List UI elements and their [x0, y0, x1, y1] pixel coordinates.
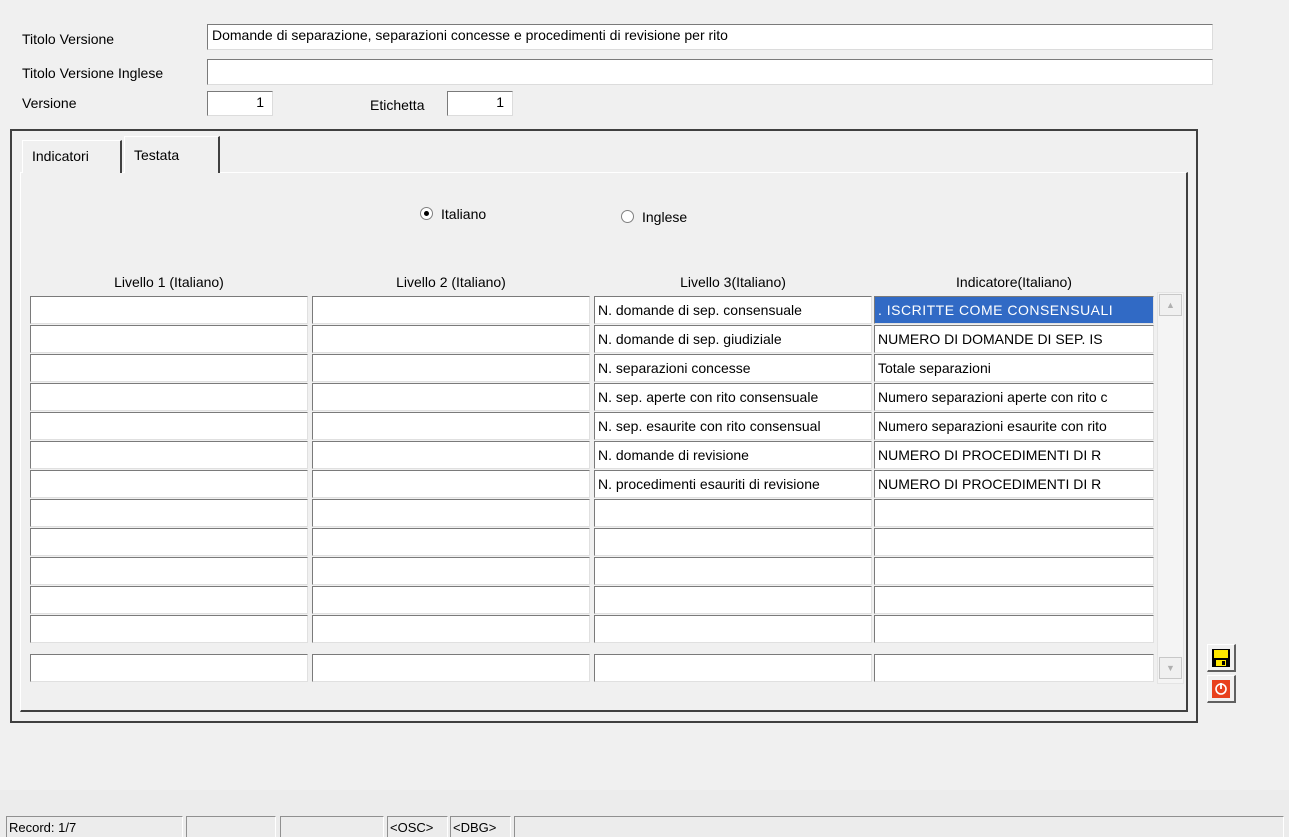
cell-livello1[interactable]: [30, 499, 308, 527]
cell-indicatore[interactable]: [874, 499, 1154, 527]
cell-livello2[interactable]: [312, 499, 590, 527]
cell-livello1[interactable]: [30, 528, 308, 556]
versione-field[interactable]: 1: [207, 91, 273, 116]
status-dbg: <DBG>: [450, 816, 511, 837]
cell-livello1[interactable]: [30, 296, 308, 324]
cell-livello3[interactable]: [594, 528, 872, 556]
column-header-livello1: Livello 1 (Italiano): [114, 274, 224, 290]
scroll-up-arrow-icon[interactable]: ▲: [1159, 294, 1182, 316]
radio-inglese-dot: [621, 210, 634, 223]
cell-livello2[interactable]: [312, 528, 590, 556]
cell-livello1[interactable]: [30, 412, 308, 440]
radio-italiano-dot: [420, 207, 433, 220]
scroll-down-arrow-icon[interactable]: ▼: [1159, 657, 1182, 679]
cell-livello3[interactable]: N. domande di sep. giudiziale: [594, 325, 872, 353]
cell-livello3[interactable]: [594, 654, 872, 682]
tab-indicatori[interactable]: Indicatori: [22, 140, 122, 173]
status-record: Record: 1/7: [6, 816, 183, 837]
radio-italiano[interactable]: Italiano: [420, 206, 486, 222]
cell-livello2[interactable]: [312, 412, 590, 440]
radio-inglese-label: Inglese: [642, 209, 688, 225]
cell-livello1[interactable]: [30, 325, 308, 353]
cell-livello2[interactable]: [312, 325, 590, 353]
cell-indicatore[interactable]: NUMERO DI DOMANDE DI SEP. IS: [874, 325, 1154, 353]
status-segment-3: [280, 816, 384, 837]
cell-livello1[interactable]: [30, 615, 308, 643]
cell-livello3[interactable]: [594, 557, 872, 585]
column-header-indicatore: Indicatore(Italiano): [956, 274, 1072, 290]
status-segment-6: [514, 816, 1284, 837]
cell-livello2[interactable]: [312, 383, 590, 411]
cell-indicatore[interactable]: Numero separazioni aperte con rito c: [874, 383, 1154, 411]
cell-livello2[interactable]: [312, 354, 590, 382]
cell-livello3[interactable]: N. procedimenti esauriti di revisione: [594, 470, 872, 498]
cell-livello2[interactable]: [312, 586, 590, 614]
cell-livello3[interactable]: [594, 586, 872, 614]
cell-indicatore[interactable]: [874, 654, 1154, 682]
cell-livello2[interactable]: [312, 557, 590, 585]
titolo-versione-label: Titolo Versione: [22, 31, 115, 47]
etichetta-label: Etichetta: [370, 97, 425, 113]
cell-livello3[interactable]: N. sep. esaurite con rito consensual: [594, 412, 872, 440]
cell-indicatore[interactable]: [874, 615, 1154, 643]
cell-livello1[interactable]: [30, 557, 308, 585]
radio-inglese[interactable]: Inglese: [621, 209, 687, 225]
exit-button[interactable]: [1207, 675, 1236, 703]
cell-livello1[interactable]: [30, 586, 308, 614]
column-header-livello3: Livello 3(Italiano): [680, 274, 786, 290]
cell-livello2[interactable]: [312, 615, 590, 643]
cell-livello1[interactable]: [30, 654, 308, 682]
titolo-versione-field[interactable]: Domande di separazione, separazioni conc…: [207, 24, 1213, 50]
tab-indicatori-label: Indicatori: [32, 148, 89, 164]
tab-testata-label: Testata: [134, 147, 180, 163]
cell-livello3[interactable]: N. separazioni concesse: [594, 354, 872, 382]
cell-indicatore[interactable]: [874, 586, 1154, 614]
cell-livello3[interactable]: [594, 615, 872, 643]
floppy-disk-icon: [1212, 649, 1230, 667]
cell-livello3[interactable]: N. domande di sep. consensuale: [594, 296, 872, 324]
save-button[interactable]: [1207, 644, 1236, 672]
titolo-inglese-field[interactable]: [207, 59, 1213, 85]
cell-livello1[interactable]: [30, 441, 308, 469]
grid-scrollbar[interactable]: ▲ ▼: [1157, 292, 1184, 684]
power-icon: [1212, 680, 1230, 698]
etichetta-field[interactable]: 1: [447, 91, 513, 116]
column-header-livello2: Livello 2 (Italiano): [396, 274, 506, 290]
cell-indicatore[interactable]: NUMERO DI PROCEDIMENTI DI R: [874, 470, 1154, 498]
cell-livello2[interactable]: [312, 654, 590, 682]
cell-indicatore[interactable]: Totale separazioni: [874, 354, 1154, 382]
cell-livello1[interactable]: [30, 383, 308, 411]
status-osc: <OSC>: [387, 816, 448, 837]
status-segment-2: [186, 816, 276, 837]
titolo-inglese-label: Titolo Versione Inglese: [22, 65, 164, 81]
cell-indicatore[interactable]: [874, 528, 1154, 556]
cell-livello1[interactable]: [30, 470, 308, 498]
cell-livello2[interactable]: [312, 296, 590, 324]
tab-testata[interactable]: Testata: [124, 136, 220, 173]
cell-livello3[interactable]: N. domande di revisione: [594, 441, 872, 469]
radio-italiano-label: Italiano: [441, 206, 487, 222]
cell-livello1[interactable]: [30, 354, 308, 382]
cell-livello3[interactable]: N. sep. aperte con rito consensuale: [594, 383, 872, 411]
cell-indicatore[interactable]: [874, 557, 1154, 585]
cell-indicatore[interactable]: . ISCRITTE COME CONSENSUALI: [874, 296, 1154, 324]
cell-livello2[interactable]: [312, 441, 590, 469]
versione-label: Versione: [22, 95, 77, 111]
cell-livello3[interactable]: [594, 499, 872, 527]
cell-indicatore[interactable]: Numero separazioni esaurite con rito: [874, 412, 1154, 440]
cell-livello2[interactable]: [312, 470, 590, 498]
cell-indicatore[interactable]: NUMERO DI PROCEDIMENTI DI R: [874, 441, 1154, 469]
